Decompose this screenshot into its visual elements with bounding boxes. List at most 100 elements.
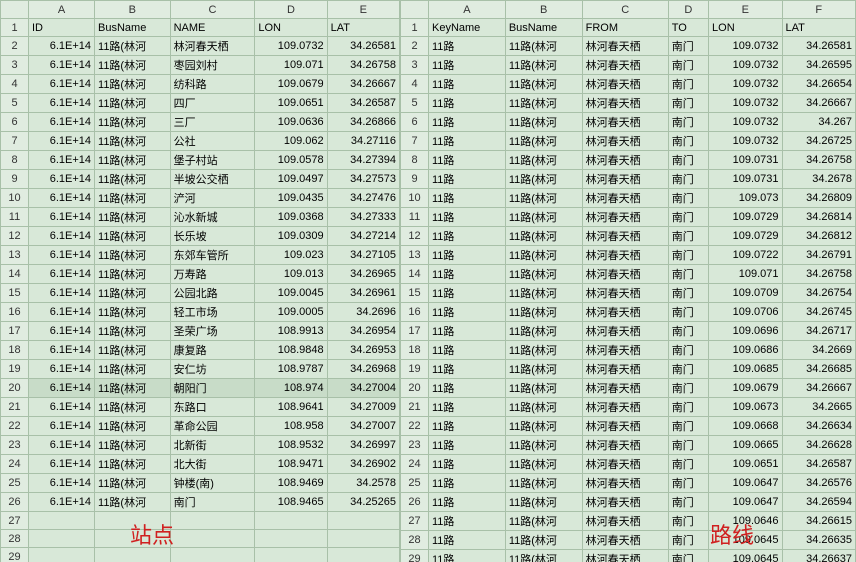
data-cell[interactable]: 11路(林河 bbox=[95, 189, 171, 208]
data-cell[interactable]: 109.0732 bbox=[709, 94, 782, 113]
data-cell[interactable]: 11路(林河 bbox=[505, 512, 582, 531]
data-cell[interactable]: 34.26628 bbox=[782, 436, 856, 455]
data-cell[interactable]: 34.26635 bbox=[782, 531, 856, 550]
data-cell[interactable]: 109.0732 bbox=[255, 37, 327, 56]
data-cell[interactable]: 34.27573 bbox=[327, 170, 399, 189]
data-cell[interactable]: 109.0636 bbox=[255, 113, 327, 132]
data-cell[interactable]: 34.26587 bbox=[327, 94, 399, 113]
data-cell[interactable]: 6.1E+14 bbox=[29, 170, 95, 189]
data-cell[interactable]: 109.071 bbox=[255, 56, 327, 75]
data-cell[interactable]: 林河春天栖 bbox=[582, 417, 668, 436]
data-cell[interactable]: 34.26587 bbox=[782, 455, 856, 474]
data-cell[interactable]: 轻工市场 bbox=[170, 303, 255, 322]
row-header[interactable]: 26 bbox=[1, 493, 29, 512]
data-cell[interactable] bbox=[327, 530, 399, 548]
data-cell[interactable]: 6.1E+14 bbox=[29, 417, 95, 436]
data-cell[interactable]: 6.1E+14 bbox=[29, 227, 95, 246]
data-cell[interactable]: 34.2578 bbox=[327, 474, 399, 493]
data-cell[interactable] bbox=[255, 512, 327, 530]
data-cell[interactable]: 11路 bbox=[429, 379, 506, 398]
row-header[interactable]: 19 bbox=[1, 360, 29, 379]
data-cell[interactable]: 11路(林河 bbox=[505, 284, 582, 303]
data-cell[interactable]: 34.2669 bbox=[782, 341, 856, 360]
data-cell[interactable]: 11路 bbox=[429, 284, 506, 303]
data-cell[interactable]: 南门 bbox=[668, 512, 708, 531]
data-cell[interactable]: 6.1E+14 bbox=[29, 360, 95, 379]
data-cell[interactable]: 6.1E+14 bbox=[29, 113, 95, 132]
data-cell[interactable]: 南门 bbox=[668, 360, 708, 379]
data-cell[interactable]: 109.0686 bbox=[709, 341, 782, 360]
row-header[interactable]: 20 bbox=[401, 379, 429, 398]
data-cell[interactable]: 109.0651 bbox=[709, 455, 782, 474]
row-header[interactable]: 11 bbox=[1, 208, 29, 227]
data-cell[interactable]: 109.0309 bbox=[255, 227, 327, 246]
data-cell[interactable]: 公园北路 bbox=[170, 284, 255, 303]
header-cell[interactable]: FROM bbox=[582, 19, 668, 37]
data-cell[interactable]: 34.27394 bbox=[327, 151, 399, 170]
col-header[interactable]: E bbox=[327, 1, 399, 19]
row-header[interactable]: 10 bbox=[1, 189, 29, 208]
row-header[interactable]: 22 bbox=[1, 417, 29, 436]
data-cell[interactable]: 34.26654 bbox=[782, 75, 856, 94]
data-cell[interactable]: 11路 bbox=[429, 550, 506, 562]
data-cell[interactable]: 南门 bbox=[668, 151, 708, 170]
data-cell[interactable]: 林河春天栖 bbox=[582, 37, 668, 56]
data-cell[interactable]: 109.073 bbox=[709, 189, 782, 208]
data-cell[interactable]: 34.26965 bbox=[327, 265, 399, 284]
data-cell[interactable]: 林河春天栖 bbox=[170, 37, 255, 56]
data-cell[interactable]: 11路(林河 bbox=[505, 493, 582, 512]
row-header[interactable]: 24 bbox=[1, 455, 29, 474]
data-cell[interactable]: 林河春天栖 bbox=[582, 550, 668, 562]
data-cell[interactable]: 南门 bbox=[668, 379, 708, 398]
data-cell[interactable]: 北大街 bbox=[170, 455, 255, 474]
data-cell[interactable]: 108.9469 bbox=[255, 474, 327, 493]
data-cell[interactable]: 11路 bbox=[429, 113, 506, 132]
data-cell[interactable]: 11路 bbox=[429, 151, 506, 170]
data-cell[interactable]: 11路(林河 bbox=[95, 341, 171, 360]
data-cell[interactable]: 108.9471 bbox=[255, 455, 327, 474]
data-cell[interactable]: 11路(林河 bbox=[95, 94, 171, 113]
data-cell[interactable]: 11路(林河 bbox=[505, 341, 582, 360]
data-cell[interactable]: 109.0651 bbox=[255, 94, 327, 113]
row-header[interactable]: 12 bbox=[401, 227, 429, 246]
data-cell[interactable]: 34.25265 bbox=[327, 493, 399, 512]
header-cell[interactable]: ID bbox=[29, 19, 95, 37]
data-cell[interactable]: 南门 bbox=[668, 170, 708, 189]
data-cell[interactable]: 108.9641 bbox=[255, 398, 327, 417]
data-cell[interactable]: 11路(林河 bbox=[95, 151, 171, 170]
data-cell[interactable]: 三厂 bbox=[170, 113, 255, 132]
data-cell[interactable]: 11路(林河 bbox=[505, 170, 582, 189]
data-cell[interactable]: 109.023 bbox=[255, 246, 327, 265]
data-cell[interactable]: 11路(林河 bbox=[95, 208, 171, 227]
data-cell[interactable]: 34.27007 bbox=[327, 417, 399, 436]
row-header[interactable]: 13 bbox=[401, 246, 429, 265]
data-cell[interactable] bbox=[327, 548, 399, 562]
row-header[interactable]: 4 bbox=[1, 75, 29, 94]
data-cell[interactable]: 11路(林河 bbox=[505, 246, 582, 265]
data-cell[interactable]: 11路(林河 bbox=[505, 208, 582, 227]
row-header[interactable]: 26 bbox=[401, 493, 429, 512]
data-cell[interactable]: 11路(林河 bbox=[95, 75, 171, 94]
data-cell[interactable]: 林河春天栖 bbox=[582, 341, 668, 360]
row-header[interactable]: 16 bbox=[401, 303, 429, 322]
data-cell[interactable]: 6.1E+14 bbox=[29, 151, 95, 170]
row-header[interactable]: 6 bbox=[401, 113, 429, 132]
data-cell[interactable]: 安仁坊 bbox=[170, 360, 255, 379]
data-cell[interactable] bbox=[327, 512, 399, 530]
col-header[interactable]: D bbox=[668, 1, 708, 19]
data-cell[interactable]: 6.1E+14 bbox=[29, 56, 95, 75]
row-header[interactable]: 28 bbox=[401, 531, 429, 550]
data-cell[interactable]: 林河春天栖 bbox=[582, 436, 668, 455]
data-cell[interactable]: 11路 bbox=[429, 531, 506, 550]
row-header[interactable]: 17 bbox=[1, 322, 29, 341]
data-cell[interactable]: 34.26717 bbox=[782, 322, 856, 341]
col-header[interactable]: C bbox=[582, 1, 668, 19]
data-cell[interactable]: 康复路 bbox=[170, 341, 255, 360]
row-header[interactable]: 6 bbox=[1, 113, 29, 132]
row-header[interactable]: 1 bbox=[1, 19, 29, 37]
data-cell[interactable]: 34.26758 bbox=[327, 56, 399, 75]
row-header[interactable]: 7 bbox=[1, 132, 29, 151]
data-cell[interactable]: 109.0722 bbox=[709, 246, 782, 265]
data-cell[interactable]: 6.1E+14 bbox=[29, 341, 95, 360]
data-cell[interactable]: 6.1E+14 bbox=[29, 284, 95, 303]
